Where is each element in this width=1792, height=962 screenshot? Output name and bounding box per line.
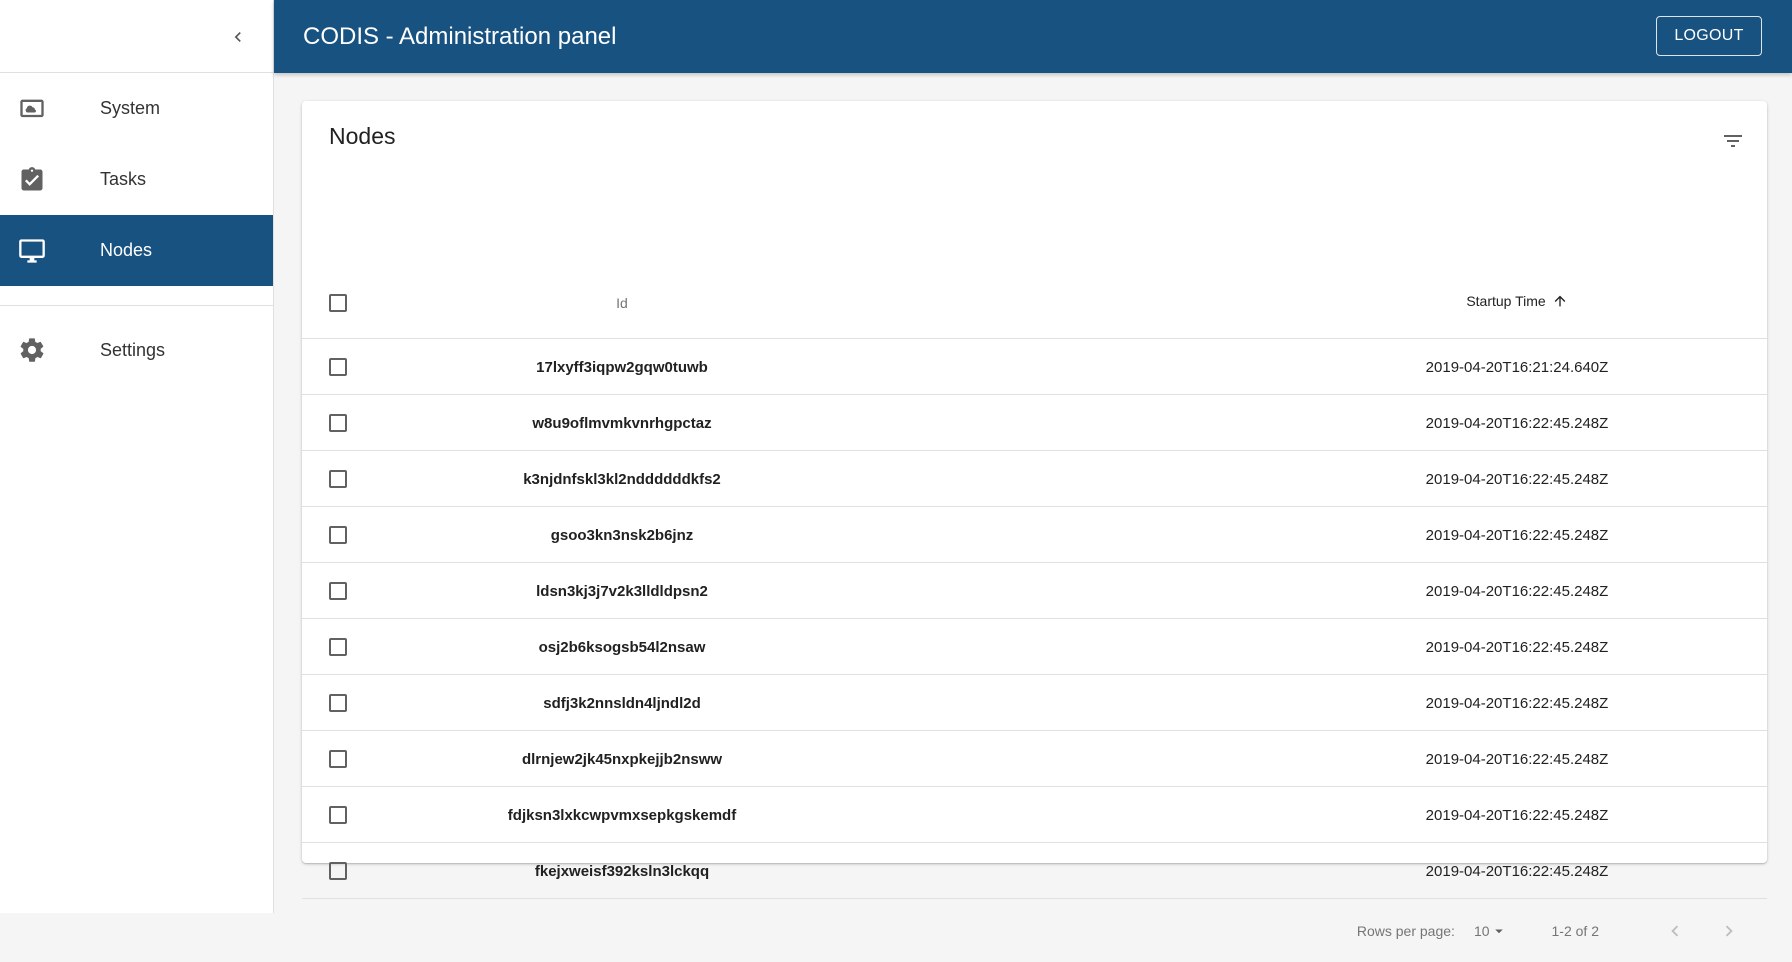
startup-time-cell: 2019-04-20T16:22:45.248Z: [1425, 526, 1609, 544]
sidebar-nav: System Tasks Nodes Settings: [0, 73, 273, 394]
sidebar-item-tasks[interactable]: Tasks: [0, 144, 273, 215]
row-checkbox[interactable]: [329, 638, 347, 656]
chevron-right-icon: [1725, 925, 1733, 936]
row-checkbox[interactable]: [329, 862, 347, 880]
startup-time-cell: 2019-04-20T16:22:45.248Z: [1425, 638, 1609, 656]
node-id-cell: w8u9oflmvmkvnrhgpctaz: [532, 414, 712, 432]
column-header-startup-time[interactable]: Startup Time: [1307, 293, 1727, 309]
node-id-cell: fkejxweisf392ksln3lckqq: [534, 862, 710, 880]
row-checkbox[interactable]: [329, 582, 347, 600]
node-id-cell: osj2b6ksogsb54l2nsaw: [538, 638, 706, 656]
row-checkbox-cell: [329, 395, 351, 451]
table-row[interactable]: 17lxyff3iqpw2gqw0tuwb 2019-04-20T16:21:24…: [302, 339, 1767, 395]
rows-per-page-label: Rows per page:: [1356, 922, 1455, 939]
sidebar-item-settings[interactable]: Settings: [0, 306, 273, 394]
row-checkbox[interactable]: [329, 750, 347, 768]
previous-page-button[interactable]: [1657, 913, 1693, 949]
logout-button[interactable]: LOGOUT: [1656, 16, 1762, 56]
sidebar-item-label: Nodes: [100, 240, 153, 260]
table-row[interactable]: w8u9oflmvmkvnrhgpctaz 2019-04-20T16:22:45…: [302, 395, 1767, 451]
table-row[interactable]: k3njdnfskl3kl2nddddddkfs2 2019-04-20T16:2…: [302, 451, 1767, 507]
table-footer: Rows per page: 10 1-2 of 2: [302, 899, 1767, 962]
node-id-cell: ldsn3kj3j7v2k3lldldpsn2: [536, 582, 708, 600]
sidebar-item-label: Settings: [100, 339, 166, 360]
sidebar-item-system[interactable]: System: [0, 73, 273, 144]
sidebar-item-label: System: [100, 98, 161, 118]
sidebar-item-label: Tasks: [100, 169, 147, 189]
clipboard-check-icon: [0, 166, 82, 194]
row-checkbox-cell: [329, 675, 351, 731]
app-title: CODIS - Administration panel: [303, 23, 617, 50]
nodes-card: Nodes Id Startup Time 17lxyff3iqpw2gqw0t…: [302, 101, 1767, 939]
cloud-computer-icon: [0, 95, 82, 123]
app-bar: CODIS - Administration panel LOGOUT: [274, 0, 1792, 73]
next-page-button[interactable]: [1711, 913, 1747, 949]
gear-icon: [0, 336, 82, 364]
row-checkbox[interactable]: [329, 358, 347, 376]
filter-list-icon: [1724, 135, 1742, 147]
arrow-up-sort-icon: [1554, 295, 1566, 307]
rows-per-page-value: 10: [1473, 922, 1490, 939]
card-title: Nodes: [329, 123, 396, 149]
startup-time-cell: 2019-04-20T16:22:45.248Z: [1425, 582, 1609, 600]
table-row[interactable]: sdfj3k2nnsldn4ljndl2d 2019-04-20T16:22:45…: [302, 675, 1767, 731]
row-checkbox-cell: [329, 619, 351, 675]
startup-time-cell: 2019-04-20T16:22:45.248Z: [1425, 694, 1609, 712]
node-id-cell: gsoo3kn3nsk2b6jnz: [550, 526, 694, 544]
startup-time-cell: 2019-04-20T16:22:45.248Z: [1425, 806, 1609, 824]
column-header-id[interactable]: Id: [402, 295, 842, 311]
row-checkbox-cell: [329, 507, 351, 563]
row-checkbox-cell: [329, 451, 351, 507]
pagination: Rows per page: 10 1-2 of 2: [1357, 899, 1747, 962]
node-id-cell: fdjksn3lxkcwpvmxsepkgskemdf: [507, 806, 737, 824]
table-row[interactable]: fkejxweisf392ksln3lckqq 2019-04-20T16:22:…: [302, 843, 1767, 899]
node-id-cell: sdfj3k2nnsldn4ljndl2d: [543, 694, 701, 712]
row-checkbox-cell: [329, 731, 351, 787]
chevron-left-icon: [234, 32, 241, 42]
row-checkbox[interactable]: [329, 806, 347, 824]
dropdown-arrow-icon: [1494, 929, 1503, 933]
table-row[interactable]: ldsn3kj3j7v2k3lldldpsn2 2019-04-20T16:22:…: [302, 563, 1767, 619]
row-checkbox[interactable]: [329, 526, 347, 544]
column-header-label: Startup Time: [1466, 293, 1546, 309]
sidebar-header: [0, 0, 273, 73]
node-id-cell: 17lxyff3iqpw2gqw0tuwb: [536, 358, 708, 376]
startup-time-cell: 2019-04-20T16:21:24.640Z: [1425, 358, 1609, 376]
row-checkbox[interactable]: [329, 414, 347, 432]
node-id-cell: k3njdnfskl3kl2nddddddkfs2: [523, 470, 721, 488]
row-checkbox[interactable]: [329, 470, 347, 488]
page-range: 1-2 of 2: [1551, 922, 1599, 939]
monitor-icon: [0, 237, 82, 265]
startup-time-cell: 2019-04-20T16:22:45.248Z: [1425, 414, 1609, 432]
table-header: Id Startup Time: [302, 268, 1767, 339]
row-checkbox-cell: [329, 563, 351, 619]
sidebar: System Tasks Nodes Settings: [0, 0, 274, 913]
node-id-cell: dlrnjew2jk45nxpkejjb2nsww: [521, 750, 723, 768]
row-checkbox-cell: [329, 843, 351, 899]
startup-time-cell: 2019-04-20T16:22:45.248Z: [1425, 862, 1609, 880]
row-checkbox[interactable]: [329, 694, 347, 712]
table-row[interactable]: osj2b6ksogsb54l2nsaw 2019-04-20T16:22:45.…: [302, 619, 1767, 675]
rows-per-page-select[interactable]: 10: [1474, 922, 1508, 940]
table-row[interactable]: fdjksn3lxkcwpvmxsepkgskemdf 2019-04-20T16…: [302, 787, 1767, 843]
table-row[interactable]: dlrnjew2jk45nxpkejjb2nsww 2019-04-20T16:2…: [302, 731, 1767, 787]
startup-time-cell: 2019-04-20T16:22:45.248Z: [1425, 470, 1609, 488]
row-checkbox-cell: [329, 787, 351, 843]
row-checkbox-cell: [329, 339, 351, 395]
chevron-left-icon: [1671, 925, 1679, 936]
sidebar-item-nodes[interactable]: Nodes: [0, 215, 273, 286]
filter-button[interactable]: [1713, 121, 1753, 161]
select-all-checkbox-cell: [329, 294, 351, 317]
table-row[interactable]: gsoo3kn3nsk2b6jnz 2019-04-20T16:22:45.248…: [302, 507, 1767, 563]
select-all-checkbox[interactable]: [329, 294, 347, 312]
collapse-sidebar-button[interactable]: [221, 20, 255, 54]
startup-time-cell: 2019-04-20T16:22:45.248Z: [1425, 750, 1609, 768]
